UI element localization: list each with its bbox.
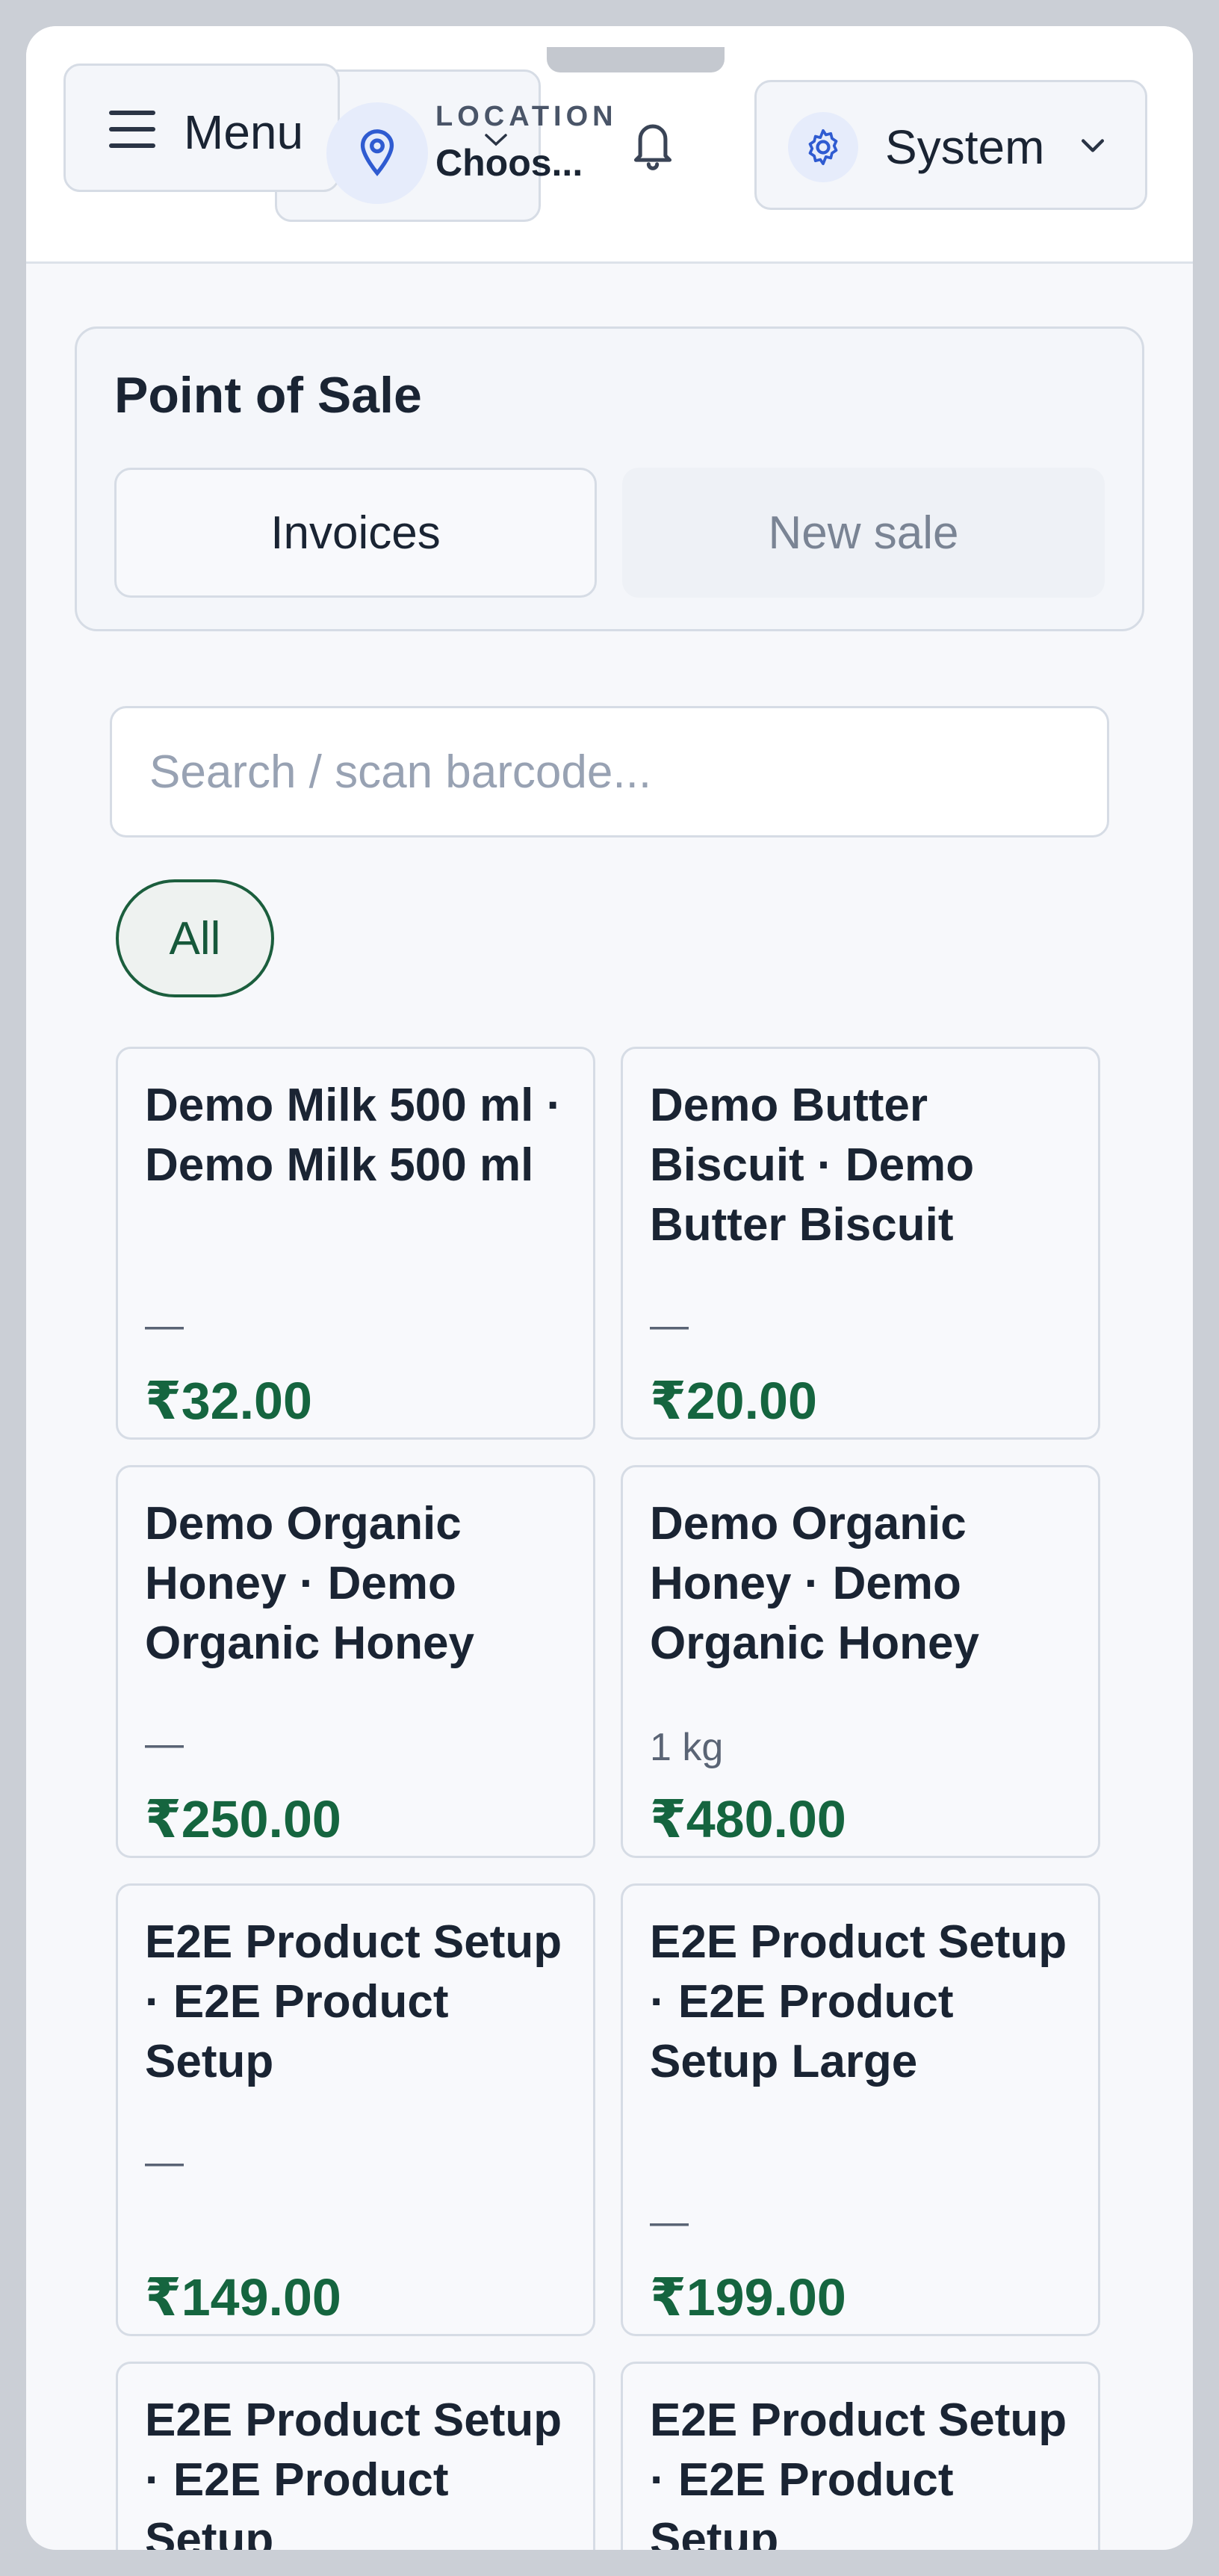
product-card[interactable]: E2E Product Setup · E2E Product Setup: [116, 2362, 595, 2550]
product-name: E2E Product Setup · E2E Product Setup: [145, 2394, 562, 2550]
product-name: E2E Product Setup · E2E Product Setup: [650, 2394, 1067, 2550]
product-card[interactable]: E2E Product Setup · E2E Product Setup La…: [621, 1883, 1100, 2336]
product-card[interactable]: Demo Organic Honey · Demo Organic Honey …: [621, 1465, 1100, 1858]
menu-button[interactable]: Menu: [63, 64, 340, 192]
product-card[interactable]: E2E Product Setup · E2E Product Setup: [621, 2362, 1100, 2550]
product-variant: —: [145, 2140, 184, 2184]
product-name: Demo Organic Honey · Demo Organic Honey: [145, 1498, 474, 1669]
product-name: E2E Product Setup · E2E Product Setup: [145, 1916, 562, 2087]
search-input[interactable]: [110, 706, 1109, 837]
product-card[interactable]: E2E Product Setup · E2E Product Setup — …: [116, 1883, 595, 2336]
location-value[interactable]: Choos...: [435, 141, 583, 185]
filter-chip-all[interactable]: All: [116, 879, 274, 997]
app-screen: LOCATION Choos... Menu System Point of S…: [26, 26, 1193, 2550]
product-card[interactable]: Demo Butter Biscuit · Demo Butter Biscui…: [621, 1047, 1100, 1440]
chevron-down-icon: [485, 134, 507, 146]
tab-new-sale[interactable]: New sale: [622, 468, 1105, 598]
device-notch: [547, 47, 725, 72]
product-price: ₹250.00: [145, 1790, 341, 1848]
product-variant: —: [145, 1304, 184, 1347]
device-frame: LOCATION Choos... Menu System Point of S…: [0, 0, 1219, 2576]
bell-icon[interactable]: [627, 116, 678, 173]
product-price: ₹32.00: [145, 1372, 312, 1430]
product-card[interactable]: Demo Organic Honey · Demo Organic Honey …: [116, 1465, 595, 1858]
product-card[interactable]: Demo Milk 500 ml · Demo Milk 500 ml — ₹3…: [116, 1047, 595, 1440]
system-selector[interactable]: System: [754, 80, 1147, 210]
gear-icon: [788, 112, 858, 182]
location-caption: LOCATION: [435, 101, 618, 132]
product-variant: —: [145, 1722, 184, 1765]
page-title: Point of Sale: [114, 367, 422, 424]
product-variant: 1 kg: [650, 1726, 724, 1769]
product-name: Demo Milk 500 ml · Demo Milk 500 ml: [145, 1080, 562, 1191]
product-variant: —: [650, 1304, 689, 1347]
menu-button-label: Menu: [184, 105, 304, 159]
tab-invoices[interactable]: Invoices: [114, 468, 597, 598]
product-name: E2E Product Setup · E2E Product Setup La…: [650, 1916, 1067, 2087]
product-variant: —: [650, 2200, 689, 2244]
product-price: ₹480.00: [650, 1790, 846, 1848]
product-price: ₹149.00: [145, 2268, 341, 2326]
map-pin-icon: [326, 102, 428, 204]
product-name: Demo Butter Biscuit · Demo Butter Biscui…: [650, 1080, 975, 1251]
product-price: ₹199.00: [650, 2268, 846, 2326]
product-name: Demo Organic Honey · Demo Organic Honey: [650, 1498, 979, 1669]
chevron-down-icon: [1081, 139, 1105, 152]
system-label: System: [885, 120, 1045, 174]
pos-panel: Point of Sale Invoices New sale: [75, 326, 1144, 631]
product-price: ₹20.00: [650, 1372, 817, 1430]
hamburger-icon: [109, 111, 155, 148]
